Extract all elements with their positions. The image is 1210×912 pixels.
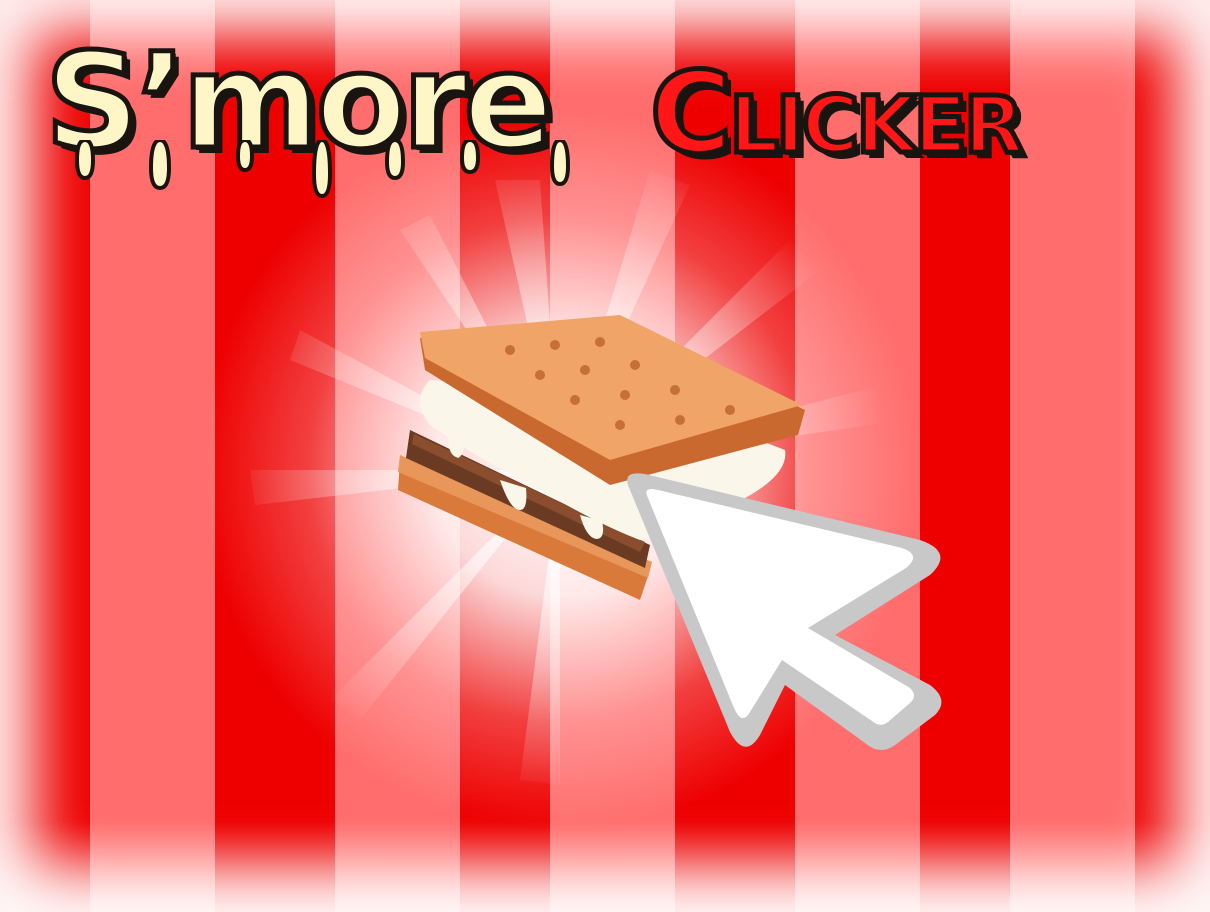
cursor-arrow-icon bbox=[627, 473, 942, 751]
marshmallow-drips bbox=[74, 140, 571, 199]
title-clicker-text: Clicker bbox=[648, 49, 1027, 179]
game-screen: S’more Clicker bbox=[0, 0, 1210, 912]
